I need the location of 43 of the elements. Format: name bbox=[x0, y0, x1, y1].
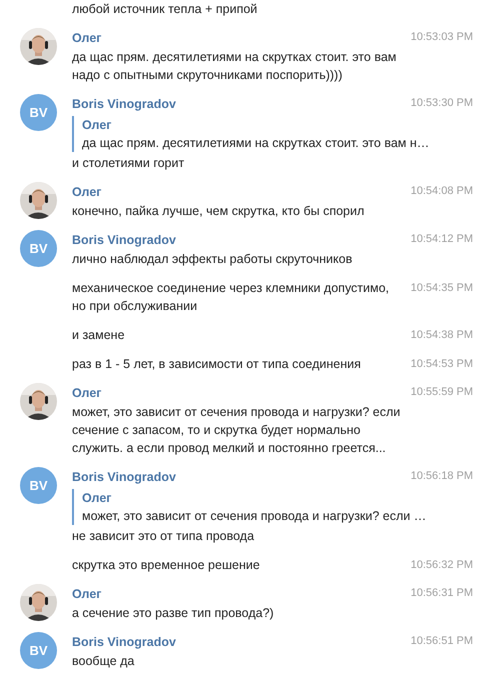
author-name[interactable]: Boris Vinogradov bbox=[72, 467, 176, 487]
message-time: 10:56:51 PM bbox=[410, 634, 473, 649]
author-name[interactable]: Олег bbox=[72, 28, 102, 48]
message-text: и столетиями горит bbox=[72, 155, 186, 172]
message-text: скрутка это временное решение bbox=[72, 557, 260, 574]
author-name[interactable]: Boris Vinogradov bbox=[72, 94, 176, 114]
message-text: любой источник тепла + припой bbox=[72, 2, 258, 16]
message-text: раз в 1 - 5 лет, в зависимости от типа соединения bbox=[72, 356, 361, 373]
message-time: 10:53:30 PM bbox=[410, 96, 473, 111]
message-text: а сечение это разве тип провода?) bbox=[72, 605, 275, 622]
author-name[interactable]: Олег bbox=[72, 182, 102, 202]
message-time: 10:54:12 PM bbox=[410, 232, 473, 247]
message-text: конечно, пайка лучше, чем скрутка, кто бы спорил bbox=[72, 203, 366, 220]
message-time: 10:54:08 PM bbox=[410, 184, 473, 199]
message-text: и замене bbox=[72, 327, 125, 344]
message-time: 10:56:32 PM bbox=[410, 558, 473, 573]
avatar: BV bbox=[20, 230, 57, 267]
message-text: может, это зависит от сечения провода и нагрузки? если сечение с запасом, то и скрутка будет нормально служить. а если провод мелкий и постоянно греется... bbox=[72, 404, 402, 457]
quoted-reply[interactable]: Олег может, это зависит от сечения провода и нагрузки? если … bbox=[72, 489, 473, 525]
reply-text: может, это зависит от сечения провода и нагрузки? если … bbox=[82, 508, 428, 525]
author-name[interactable]: Олег bbox=[72, 584, 102, 604]
message-time: 10:55:59 PM bbox=[410, 385, 473, 400]
author-name[interactable]: Boris Vinogradov bbox=[72, 230, 176, 250]
message-time: 10:54:53 PM bbox=[410, 357, 473, 372]
message-time: 10:56:31 PM bbox=[410, 586, 473, 601]
reply-text: да щас прям. десятилетиями на скрутках стоит. это вам н… bbox=[82, 135, 430, 152]
reply-author: Олег bbox=[82, 117, 112, 134]
message-time: 10:56:18 PM bbox=[410, 469, 473, 484]
message-text: лично наблюдал эффекты работы скруточников bbox=[72, 251, 354, 268]
message-text: не зависит это от типа провода bbox=[72, 528, 256, 545]
avatar: BV bbox=[20, 632, 57, 669]
message-time: 10:54:38 PM bbox=[410, 328, 473, 343]
avatar: BV bbox=[20, 94, 57, 131]
message-text: вообще да bbox=[72, 653, 136, 670]
message-text: да щас прям. десятилетиями на скрутках стоит. это вам надо с опытными скруточниками поспорить)))) bbox=[72, 49, 398, 84]
author-name[interactable]: Boris Vinogradov bbox=[72, 632, 176, 652]
quoted-reply[interactable]: Олег да щас прям. десятилетиями на скрутках стоит. это вам н… bbox=[72, 116, 473, 152]
avatar: BV bbox=[20, 467, 57, 504]
message-time: 10:53:03 PM bbox=[410, 30, 473, 45]
reply-author: Олег bbox=[82, 490, 112, 507]
message-time: 10:54:35 PM bbox=[410, 281, 473, 296]
message-text: механическое соединение через клемники допустимо, но при обслуживании bbox=[72, 280, 390, 315]
author-name[interactable]: Олег bbox=[72, 383, 102, 403]
